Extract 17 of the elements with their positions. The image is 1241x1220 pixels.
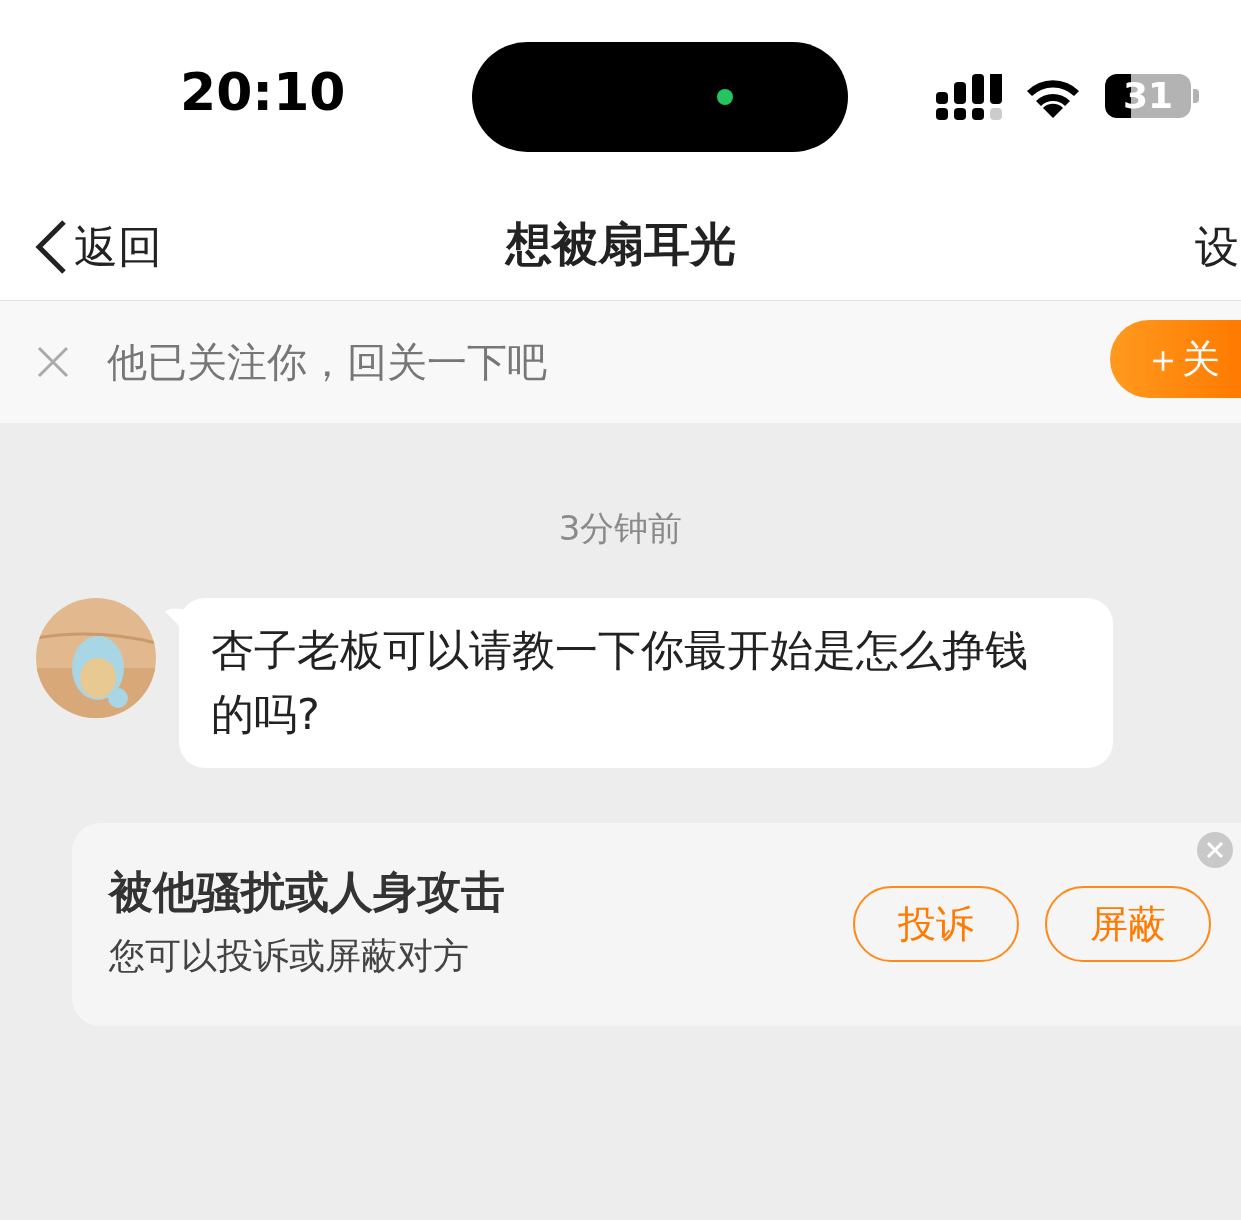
- close-icon[interactable]: [1197, 832, 1233, 868]
- settings-link[interactable]: 设: [1195, 214, 1241, 280]
- timestamp: 3分钟前: [557, 507, 684, 550]
- chat-title: 想被扇耳光: [505, 216, 736, 273]
- status-time: 20:10: [180, 66, 346, 118]
- battery-tip: [1193, 89, 1199, 103]
- signal-icon: [936, 74, 1002, 120]
- report-subtitle: 您可以投诉或屏蔽对方: [109, 933, 470, 978]
- message-text: 杏子老板可以请教一下你最开始是怎么挣钱的吗?: [211, 624, 1029, 741]
- close-icon[interactable]: [37, 346, 69, 378]
- block-button[interactable]: 屏蔽: [1045, 886, 1211, 962]
- report-button[interactable]: 投诉: [853, 886, 1019, 962]
- follow-button[interactable]: ＋关: [1110, 320, 1241, 398]
- report-title: 被他骚扰或人身攻击: [109, 866, 505, 919]
- follow-prompt: 他已关注你，回关一下吧: [107, 338, 547, 387]
- chevron-left-icon: [34, 219, 68, 275]
- back-button[interactable]: 返回: [34, 214, 162, 280]
